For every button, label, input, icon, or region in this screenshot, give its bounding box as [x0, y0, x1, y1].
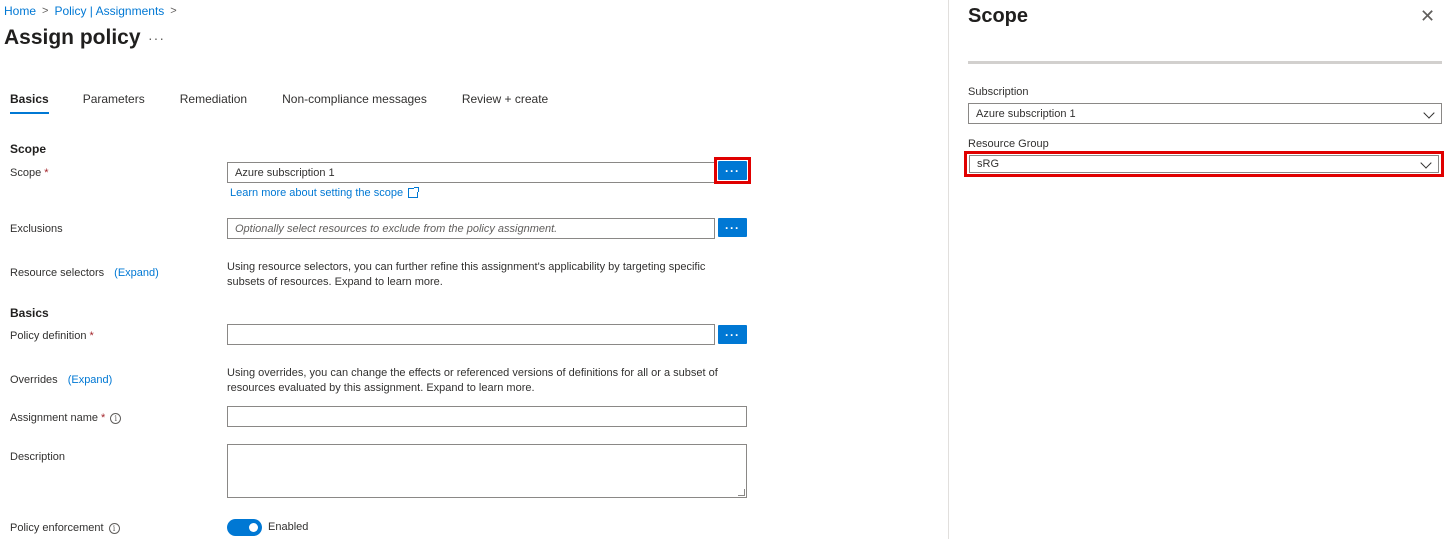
scope-learn-more-text[interactable]: Learn more about setting the scope [230, 187, 403, 199]
scope-input[interactable]: Azure subscription 1 [227, 162, 715, 183]
external-link-icon [408, 187, 420, 198]
resource-selectors-label: Resource selectors (Expand) [10, 267, 159, 279]
policy-enforcement-label-text: Policy enforcement [10, 522, 104, 534]
overrides-label-text: Overrides [10, 374, 58, 386]
scope-browse-button[interactable]: ··· [718, 161, 747, 180]
scope-learn-more-link[interactable]: Learn more about setting the scope [230, 187, 420, 199]
assignment-name-label: Assignment name * i [10, 412, 122, 424]
resource-group-value: sRG [977, 158, 999, 170]
exclusions-browse-button[interactable]: ··· [718, 218, 747, 237]
resource-selectors-text: Resource selectors [10, 267, 105, 279]
tab-basics[interactable]: Basics [10, 92, 49, 114]
overrides-description: Using overrides, you can change the effe… [227, 367, 718, 394]
scope-label-text: Scope [10, 167, 42, 179]
overrides-label: Overrides (Expand) [10, 374, 112, 386]
required-marker: * [89, 330, 94, 342]
resource-group-label: Resource Group [968, 138, 1049, 150]
chevron-right-icon: > [170, 5, 177, 17]
breadcrumb: Home > Policy | Assignments > [4, 4, 183, 18]
exclusions-label: Exclusions [10, 223, 63, 235]
basics-section-heading: Basics [10, 306, 49, 320]
pane-title: Scope [968, 5, 1029, 27]
required-marker: * [101, 412, 106, 424]
tab-bar: Basics Parameters Remediation Non-compli… [10, 92, 548, 114]
page-title: Assign policy [4, 26, 141, 49]
required-marker: * [44, 167, 49, 179]
assignment-name-input[interactable] [227, 406, 747, 427]
chevron-down-icon [1420, 157, 1432, 169]
scope-label: Scope * [10, 167, 48, 179]
policy-enforcement-toggle[interactable] [227, 519, 262, 536]
resource-selectors-description: Using resource selectors, you can furthe… [227, 261, 706, 288]
policy-definition-label: Policy definition * [10, 330, 94, 342]
info-icon[interactable]: i [110, 412, 122, 424]
tab-parameters[interactable]: Parameters [83, 92, 145, 114]
chevron-down-icon [1423, 107, 1435, 119]
exclusions-input[interactable]: Optionally select resources to exclude f… [227, 218, 715, 239]
scope-section-heading: Scope [10, 142, 47, 156]
subscription-value: Azure subscription 1 [976, 107, 1076, 120]
tab-non-compliance-messages[interactable]: Non-compliance messages [282, 92, 427, 114]
breadcrumb-policy-link[interactable]: Policy | Assignments [54, 4, 164, 18]
tab-remediation[interactable]: Remediation [180, 92, 247, 114]
toggle-knob [249, 523, 258, 532]
breadcrumb-home-link[interactable]: Home [4, 4, 36, 18]
subscription-label: Subscription [968, 86, 1029, 98]
resize-grip-icon[interactable] [738, 489, 745, 496]
description-label: Description [10, 451, 66, 463]
scope-pane: Scope ✕ Subscription Azure subscription … [948, 0, 1448, 539]
policy-enforcement-label: Policy enforcement i [10, 522, 120, 534]
overrides-expand-link[interactable]: (Expand) [68, 374, 113, 386]
policy-enforcement-state: Enabled [268, 521, 309, 533]
close-icon[interactable]: ✕ [1420, 6, 1435, 27]
policy-definition-input[interactable] [227, 324, 715, 345]
chevron-right-icon: > [42, 5, 49, 17]
resource-selectors-expand-link[interactable]: (Expand) [114, 267, 159, 279]
tab-review-create[interactable]: Review + create [462, 92, 548, 114]
info-icon[interactable]: i [108, 522, 120, 534]
policy-definition-browse-button[interactable]: ··· [718, 325, 747, 344]
assignment-name-label-text: Assignment name [10, 412, 99, 424]
resource-group-dropdown[interactable]: sRG [969, 155, 1439, 173]
subscription-dropdown[interactable]: Azure subscription 1 [968, 103, 1442, 124]
more-icon[interactable]: ··· [148, 30, 165, 46]
description-textarea[interactable] [227, 444, 747, 498]
pane-divider [968, 61, 1442, 64]
policy-definition-label-text: Policy definition [10, 330, 87, 342]
